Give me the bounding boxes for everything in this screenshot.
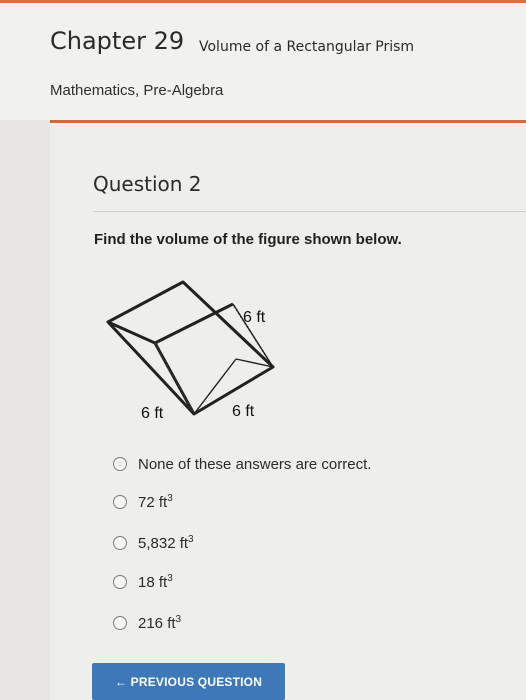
previous-question-button[interactable]: ← PREVIOUS QUESTION: [92, 663, 285, 700]
dimension-label-bottom-left: 6 ft: [141, 405, 164, 422]
question-divider: [93, 211, 526, 212]
answer-text: 216 ft3: [138, 614, 182, 632]
radio-button[interactable]: [113, 457, 127, 471]
cube-figure: [106, 280, 275, 416]
dimension-label-top: 6 ft: [243, 309, 266, 326]
answer-option-3[interactable]: 5,832 ft3: [113, 533, 194, 553]
answer-option-5[interactable]: 216 ft3: [113, 613, 181, 633]
question-prompt: Find the volume of the figure shown belo…: [94, 231, 402, 248]
subject-label: Mathematics, Pre-Algebra: [50, 82, 224, 99]
chapter-title: Volume of a Rectangular Prism: [199, 39, 415, 55]
answer-option-2[interactable]: 72 ft3: [113, 492, 173, 512]
answer-text: None of these answers are correct.: [138, 455, 372, 473]
radio-button[interactable]: [113, 495, 127, 509]
radio-button[interactable]: [113, 536, 127, 550]
answer-option-4[interactable]: 18 ft3: [113, 572, 173, 592]
answer-text: 72 ft3: [138, 493, 173, 511]
page-header: Chapter 29 Volume of a Rectangular Prism…: [0, 3, 526, 120]
answer-text: 18 ft3: [138, 573, 173, 591]
cube-outline: [106, 280, 275, 416]
radio-button[interactable]: [113, 575, 127, 589]
chapter-number: Chapter 29: [50, 27, 185, 55]
question-title: Question 2: [93, 172, 202, 196]
radio-button[interactable]: [113, 616, 127, 630]
dimension-label-bottom-right: 6 ft: [232, 403, 255, 420]
answer-option-1[interactable]: None of these answers are correct.: [113, 454, 371, 474]
answer-text: 5,832 ft3: [138, 534, 194, 552]
